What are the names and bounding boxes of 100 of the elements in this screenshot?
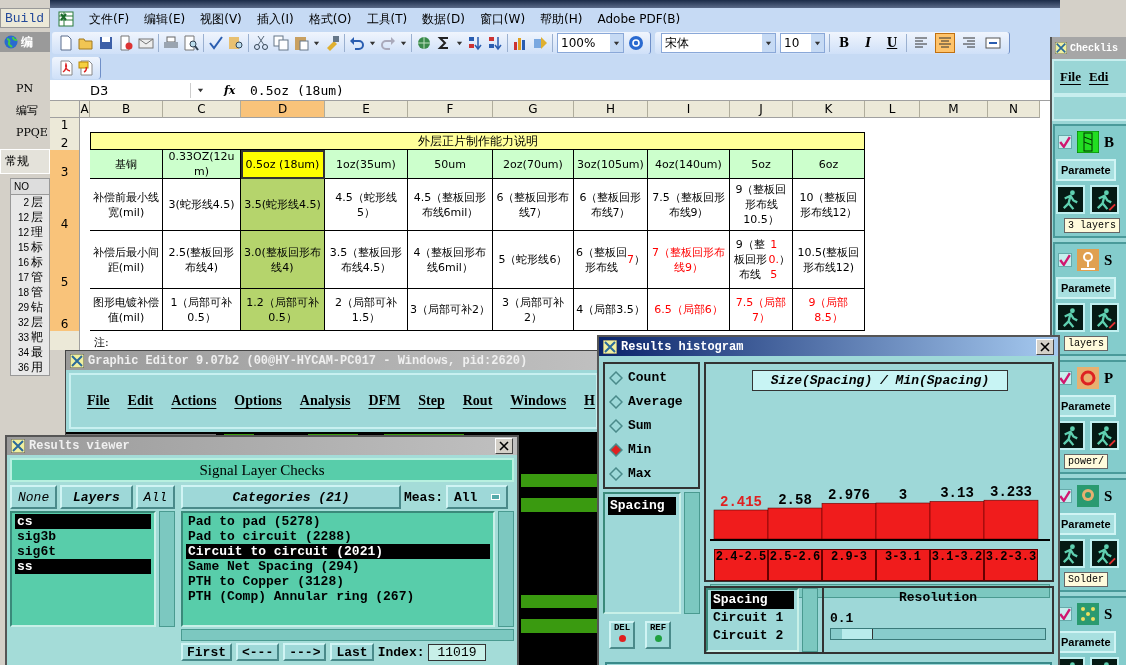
menu-item[interactable]: Edi bbox=[1088, 69, 1109, 85]
column-header[interactable]: F bbox=[408, 101, 493, 118]
menu-item[interactable]: Step bbox=[418, 393, 445, 409]
menu-item[interactable]: Windows bbox=[510, 393, 567, 409]
column-header[interactable]: J bbox=[730, 101, 793, 118]
menu-item[interactable]: Options bbox=[234, 393, 282, 409]
menu-item[interactable]: 文件(F) bbox=[89, 10, 130, 28]
menu-item[interactable]: Adobe PDF(B) bbox=[597, 12, 681, 26]
list-item[interactable]: Pad to pad (5278) bbox=[186, 514, 490, 529]
list-item[interactable]: Pad to circuit (2288) bbox=[186, 529, 490, 544]
row-name: 管 bbox=[31, 269, 43, 286]
column-header[interactable]: G bbox=[493, 101, 574, 118]
list-item[interactable]: Spacing bbox=[711, 591, 794, 609]
menu-item[interactable]: File bbox=[1060, 69, 1081, 85]
parameters-button[interactable]: Paramete bbox=[1056, 159, 1116, 181]
row-header[interactable]: 5 bbox=[50, 231, 80, 290]
menu-item[interactable]: Analysis bbox=[299, 393, 351, 409]
column-header[interactable]: E bbox=[325, 101, 408, 118]
menu-item[interactable]: 视图(V) bbox=[200, 10, 242, 28]
list-item[interactable]: sig3b bbox=[15, 529, 151, 544]
menu-item[interactable]: File bbox=[87, 393, 110, 409]
column-header[interactable]: D bbox=[241, 101, 325, 118]
table-cell: 补偿后最小间距(mil) bbox=[90, 231, 163, 289]
menu-item[interactable]: 编辑(E) bbox=[144, 10, 186, 28]
menu-item[interactable]: DFM bbox=[368, 393, 401, 409]
column-header[interactable]: B bbox=[90, 101, 163, 118]
menu-item[interactable]: 数据(D) bbox=[422, 10, 465, 28]
value-label: 3.13 bbox=[940, 485, 974, 502]
nav-button[interactable]: ---> bbox=[283, 643, 327, 661]
menu-item[interactable]: 工具(T) bbox=[366, 10, 408, 28]
column-header[interactable]: H bbox=[574, 101, 648, 118]
list-item[interactable]: Same Net Spacing (294) bbox=[186, 559, 490, 574]
layer-button[interactable]: All bbox=[135, 485, 175, 509]
build-tab[interactable]: Build bbox=[0, 8, 50, 28]
row-header[interactable]: 6 bbox=[50, 289, 80, 332]
row-name: 标 bbox=[31, 254, 43, 271]
column-header[interactable]: N bbox=[988, 101, 1040, 118]
column-header[interactable]: I bbox=[648, 101, 730, 118]
menu-item[interactable]: 插入(I) bbox=[256, 10, 294, 28]
layer-button[interactable]: Layers bbox=[60, 485, 133, 509]
table-cell: 基铜 bbox=[90, 150, 163, 179]
font-dropdown[interactable]: 宋体 bbox=[661, 33, 776, 53]
column-header[interactable]: C bbox=[163, 101, 241, 118]
font-size-dropdown[interactable]: 10 bbox=[780, 33, 825, 53]
menu-item[interactable]: 窗口(W) bbox=[479, 10, 526, 28]
menu-item[interactable]: 帮助(H) bbox=[540, 10, 583, 28]
parameters-button[interactable]: Paramete bbox=[1056, 277, 1116, 299]
layer-label: power/ bbox=[1064, 454, 1108, 469]
list-item[interactable]: ss bbox=[15, 559, 151, 574]
list-item[interactable]: PTH (Comp) Annular ring (267) bbox=[186, 589, 490, 604]
formula-field[interactable]: 0.5oz (18um) bbox=[250, 82, 344, 98]
mode-radio[interactable]: Min bbox=[609, 442, 694, 457]
mode-radio[interactable]: Max bbox=[609, 466, 694, 481]
format-button[interactable]: B bbox=[834, 33, 854, 53]
table-cell: 1oz(35um) bbox=[325, 150, 408, 179]
column-header[interactable]: K bbox=[793, 101, 865, 118]
general-tab[interactable]: 常规 bbox=[0, 149, 50, 174]
row-header[interactable]: 3 bbox=[50, 150, 80, 180]
nav-button[interactable]: Last bbox=[330, 643, 374, 661]
column-header[interactable]: L bbox=[865, 101, 920, 118]
menu-item[interactable]: Edit bbox=[127, 393, 154, 409]
categories-button[interactable]: Categories (21) bbox=[181, 485, 401, 509]
row-name: 层 bbox=[31, 314, 43, 331]
marker-button[interactable]: REF bbox=[645, 621, 671, 649]
mode-radio[interactable]: Average bbox=[609, 394, 694, 409]
nav-button[interactable]: First bbox=[181, 643, 232, 661]
format-button[interactable]: I bbox=[858, 33, 878, 53]
table-cell: 3（局部可补2） bbox=[493, 289, 574, 331]
marker-button[interactable]: DEL bbox=[609, 621, 635, 649]
column-header[interactable]: M bbox=[920, 101, 988, 118]
zoom-dropdown[interactable]: 100% bbox=[557, 33, 624, 53]
menu-item[interactable]: Actions bbox=[171, 393, 217, 409]
table-cell: 4.5（蛇形线5） bbox=[325, 179, 408, 231]
measure-label: Meas: bbox=[404, 489, 443, 505]
item-name: S bbox=[1104, 605, 1113, 623]
table-cell: 6（整板回形布线7） bbox=[493, 179, 574, 231]
list-item[interactable]: sig6t bbox=[15, 544, 151, 559]
list-item[interactable]: cs bbox=[15, 514, 151, 529]
table-cell: 4（整板回形布线6mil） bbox=[408, 231, 493, 289]
table-cell: 9（整板回形布线 10.5 ） bbox=[730, 231, 793, 289]
list-item[interactable]: PTH to Copper (3128) bbox=[186, 574, 490, 589]
format-button[interactable]: U bbox=[882, 33, 902, 53]
list-item[interactable]: Circuit to circuit (2021) bbox=[186, 544, 490, 559]
menu-item[interactable]: H bbox=[584, 393, 595, 409]
mode-radio[interactable]: Sum bbox=[609, 418, 694, 433]
name-box[interactable]: D3 bbox=[50, 82, 191, 98]
layer-button[interactable]: None bbox=[10, 485, 58, 509]
list-item[interactable]: Circuit 2 bbox=[711, 627, 794, 645]
menu-item[interactable]: 格式(O) bbox=[308, 10, 352, 28]
list-item[interactable]: Spacing bbox=[608, 497, 676, 515]
nav-button[interactable]: <--- bbox=[236, 643, 280, 661]
list-item[interactable]: Circuit 1 bbox=[711, 609, 794, 627]
row-header[interactable]: 4 bbox=[50, 179, 80, 232]
layer-label: Solder bbox=[1064, 572, 1108, 587]
row-number: 33 bbox=[16, 332, 29, 343]
index-field[interactable]: 11019 bbox=[428, 643, 486, 661]
mode-radio[interactable]: Count bbox=[609, 370, 694, 385]
menu-item[interactable]: Rout bbox=[462, 393, 493, 409]
measure-dropdown[interactable]: All bbox=[446, 485, 508, 509]
function-label[interactable]: fx bbox=[224, 83, 244, 97]
